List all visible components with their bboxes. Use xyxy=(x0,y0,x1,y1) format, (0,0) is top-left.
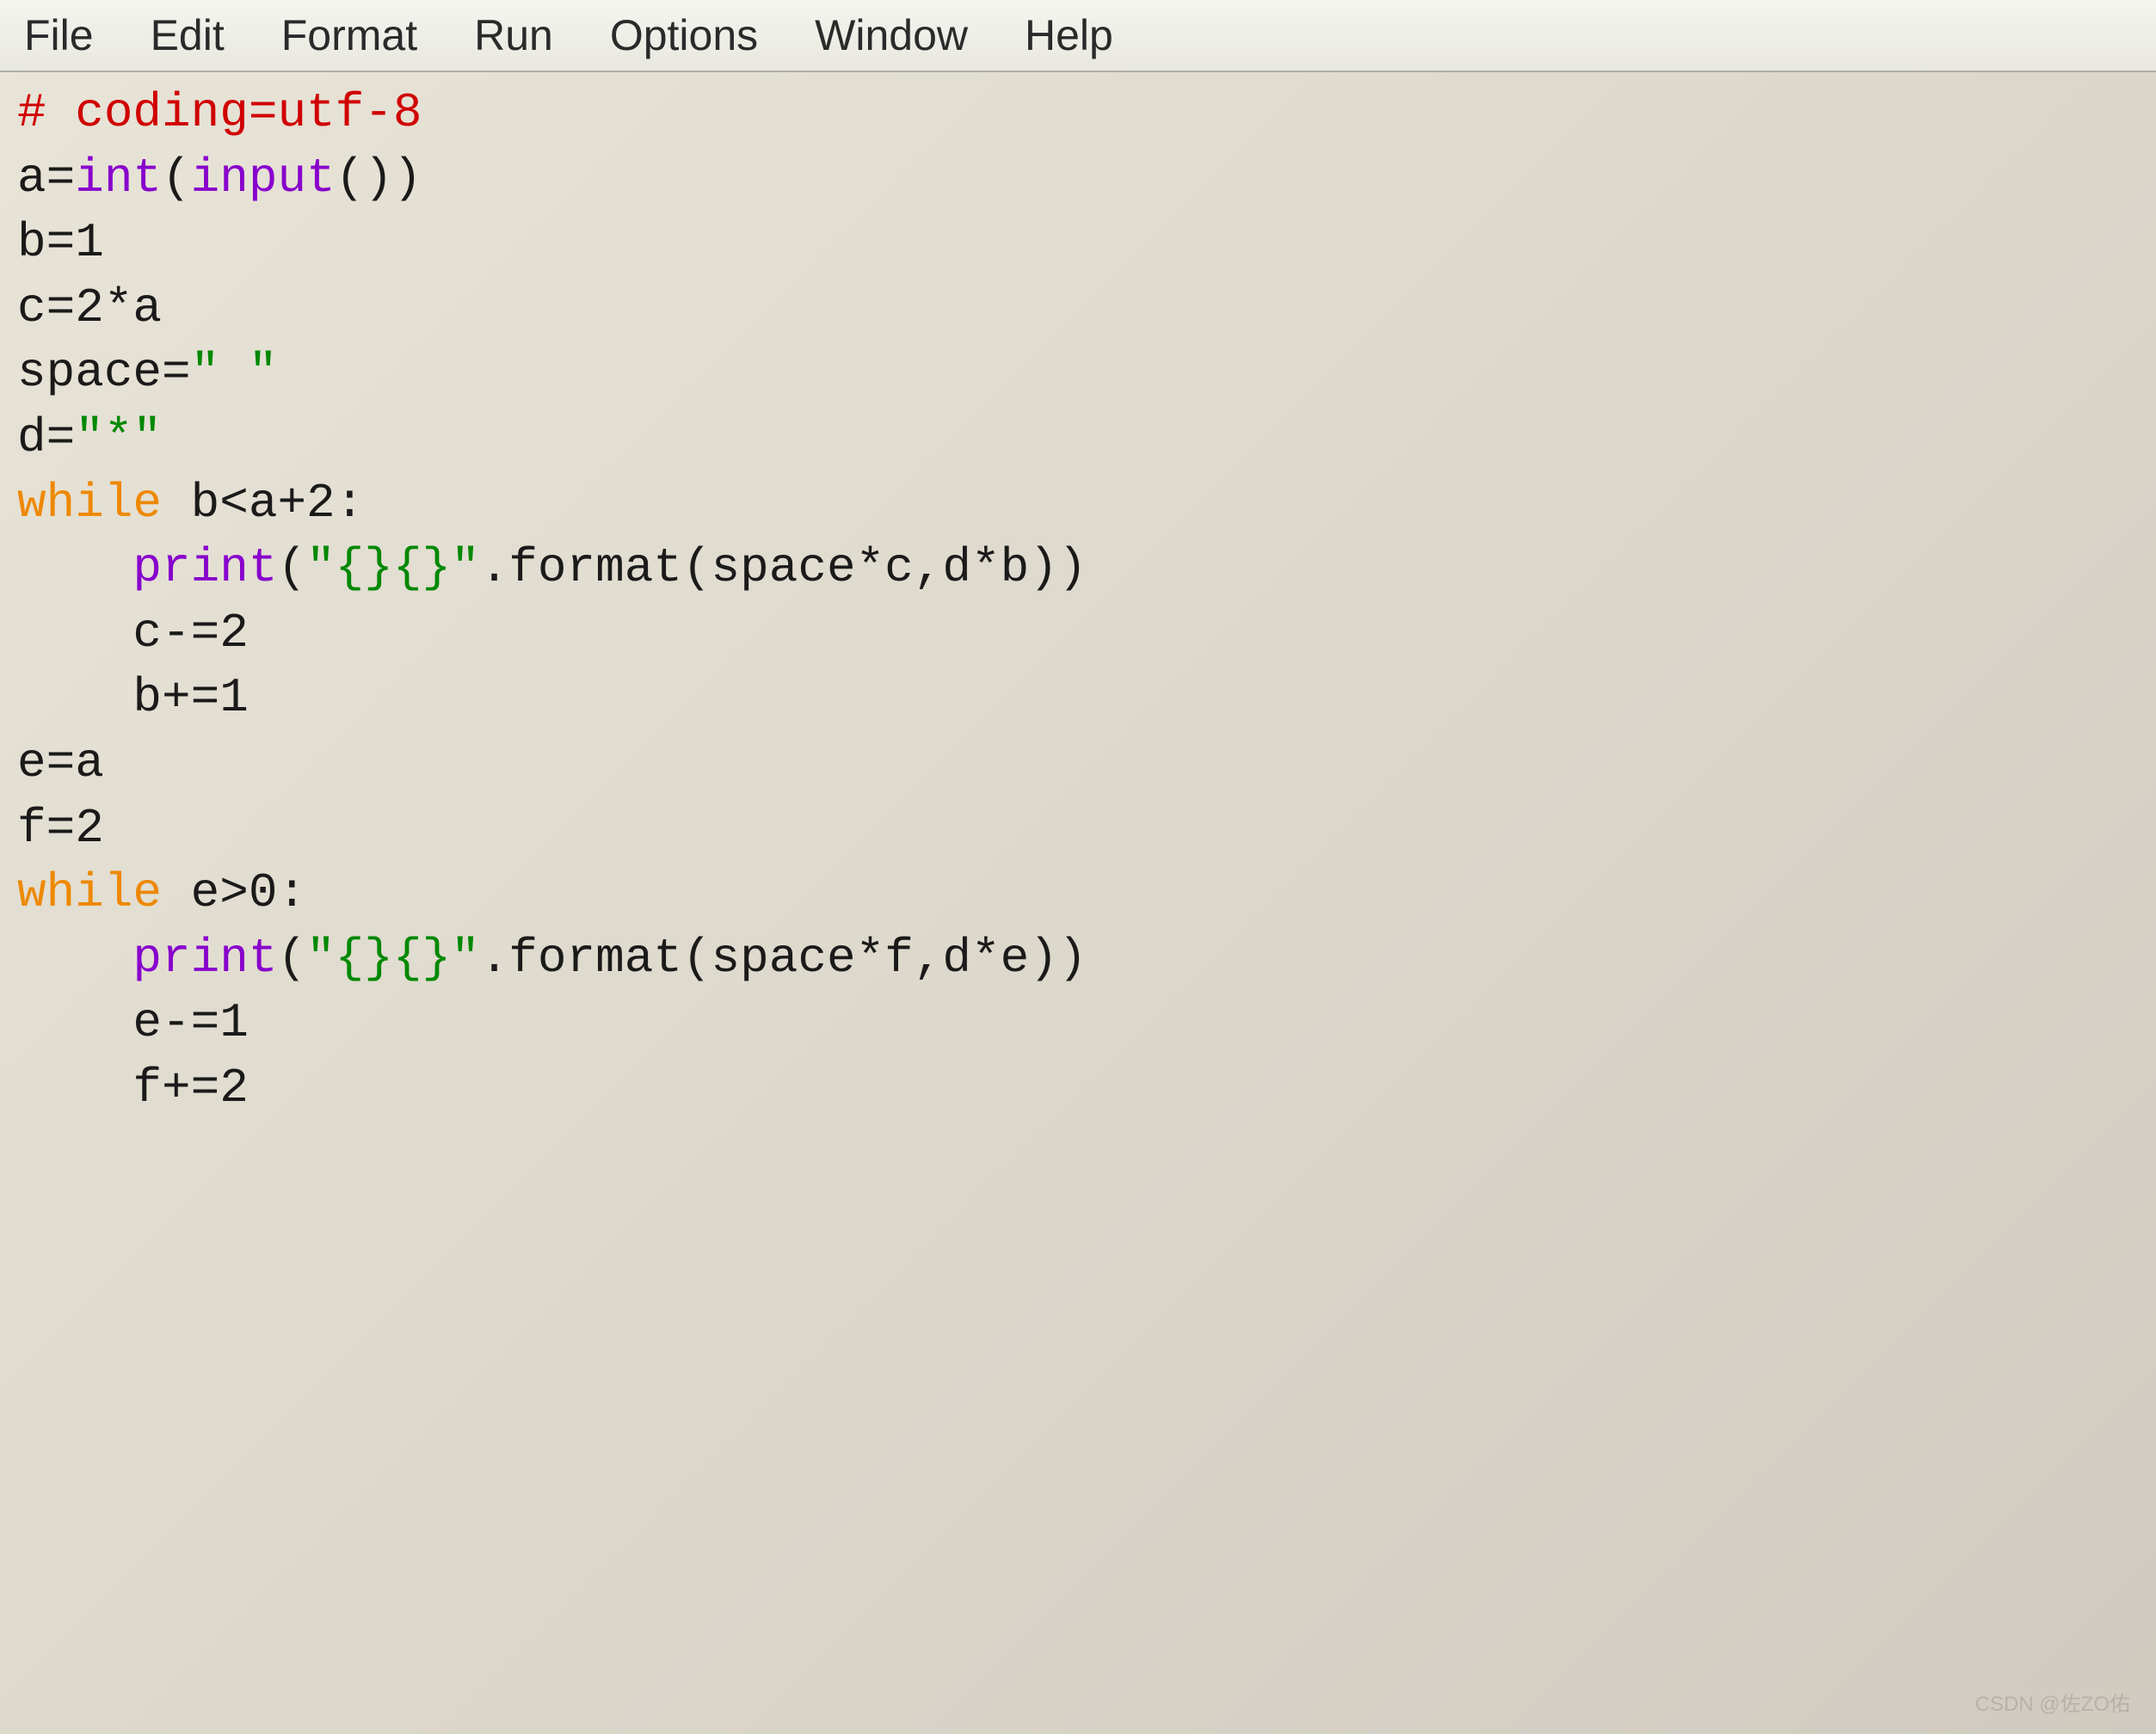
code-text: f+=2 xyxy=(17,1061,249,1116)
code-string: "{}{}" xyxy=(306,540,480,595)
code-editor[interactable]: # coding=utf-8 a=int(input()) b=1 c=2*a … xyxy=(0,72,2156,1130)
code-text: f=2 xyxy=(17,801,104,856)
code-text: b=1 xyxy=(17,215,104,270)
code-text: e-=1 xyxy=(17,995,249,1050)
code-builtin: int xyxy=(75,151,162,206)
code-text: ( xyxy=(277,931,306,986)
code-keyword: while xyxy=(17,476,162,531)
code-string: "{}{}" xyxy=(306,931,480,986)
menu-options[interactable]: Options xyxy=(603,7,765,64)
code-keyword: while xyxy=(17,865,162,920)
code-text: ( xyxy=(277,540,306,595)
code-text: b+=1 xyxy=(17,670,249,725)
menubar: File Edit Format Run Options Window Help xyxy=(0,0,2156,72)
code-text: .format(space*f,d*e)) xyxy=(480,931,1087,986)
code-text: c=2*a xyxy=(17,280,162,335)
code-comment: # coding=utf-8 xyxy=(17,85,422,140)
code-text: () xyxy=(336,151,393,206)
code-string: "*" xyxy=(75,410,162,465)
code-builtin: print xyxy=(132,931,277,986)
code-text: ) xyxy=(393,151,422,206)
code-string: " " xyxy=(191,345,278,400)
code-text: ( xyxy=(162,151,191,206)
code-text: b<a+2: xyxy=(162,476,364,531)
code-builtin: print xyxy=(132,540,277,595)
menu-help[interactable]: Help xyxy=(1018,7,1120,64)
code-text: = xyxy=(46,151,76,206)
menu-window[interactable]: Window xyxy=(808,7,975,64)
watermark: CSDN @佐ZO佑 xyxy=(1975,1687,2130,1717)
code-text: e>0: xyxy=(162,865,306,920)
code-text: a xyxy=(17,151,46,206)
code-text: d= xyxy=(17,410,75,465)
menu-run[interactable]: Run xyxy=(467,7,560,64)
code-text: .format(space*c,d*b)) xyxy=(480,540,1087,595)
menu-format[interactable]: Format xyxy=(274,7,424,64)
code-text: space= xyxy=(17,345,191,400)
code-indent xyxy=(17,540,132,595)
code-text: c-=2 xyxy=(17,606,249,661)
code-text: e=a xyxy=(17,735,104,790)
code-builtin: input xyxy=(191,151,336,206)
code-indent xyxy=(17,931,132,986)
menu-file[interactable]: File xyxy=(17,7,101,64)
menu-edit[interactable]: Edit xyxy=(144,7,231,64)
